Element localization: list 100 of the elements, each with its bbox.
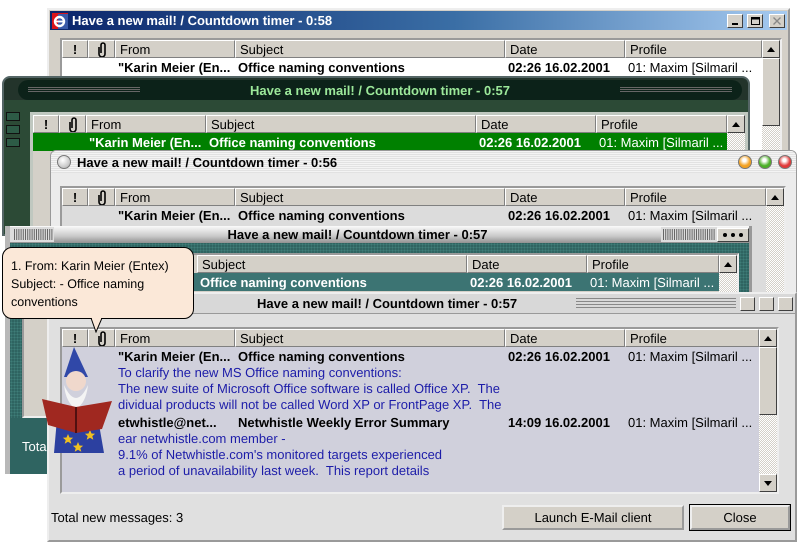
window-title: Have a new mail! / Countdown timer - 0:58 <box>72 13 334 28</box>
column-header[interactable] <box>59 115 86 133</box>
paperclip-icon <box>96 330 108 346</box>
column-header[interactable]: Date <box>505 329 625 347</box>
table-cell-text: "Karin Meier (En... <box>117 208 232 222</box>
message-row[interactable]: "Karin Meier (En... Office naming conventions 02:26 16.02.2001 01: Maxim [Silmaril ... <box>62 206 766 224</box>
column-header[interactable]: Profile <box>625 188 766 206</box>
grip-icon <box>10 226 54 243</box>
launch-button[interactable]: Launch E-Mail client <box>502 504 684 530</box>
arrow-up-icon <box>767 46 775 52</box>
column-header[interactable]: From <box>115 329 235 347</box>
notification-tooltip: 1. From: Karin Meier (Entex) Subject: - Office naming conventions <box>2 247 194 319</box>
preview-line: To clarify the new MS Office naming conventions: <box>117 365 403 381</box>
column-header[interactable]: Subject <box>235 188 505 206</box>
scroll-up-button[interactable] <box>719 255 737 273</box>
table-cell-text: 01: Maxim [Silmaril ... <box>627 414 754 430</box>
arrow-up-icon <box>764 336 772 340</box>
table-cell-text: 14:09 16.02.2001 <box>507 414 611 430</box>
table-cell-text: "Karin Meier (En... <box>117 60 232 74</box>
table-cell-text: 01: Maxim [Silmaril ... <box>627 60 754 74</box>
window-menu-button[interactable] <box>57 155 71 169</box>
table-cell-text: etwhistle@net... <box>117 414 218 430</box>
minimize-icon <box>732 22 738 24</box>
message-row[interactable]: "Karin Meier (En... Office naming conventions 02:26 16.02.2001 01: Maxim [Silmaril ... <box>62 58 762 76</box>
message-row[interactable]: "Karin Meier (En... Office naming conventions 02:26 16.02.2001 01: Maxim [Silmaril ... <box>33 133 727 151</box>
table-cell-text: 02:26 16.02.2001 <box>469 274 573 290</box>
arrow-down-icon <box>764 480 772 486</box>
column-header[interactable]: Subject <box>197 255 467 273</box>
table-cell-text: Netwhistle Weekly Error Summary <box>237 414 450 430</box>
close-button[interactable]: Close <box>690 504 790 530</box>
table-cell-text: 01: Maxim [Silmaril ... <box>627 348 754 364</box>
grip-icon <box>28 87 140 93</box>
column-header[interactable] <box>88 329 115 347</box>
status-text: Tota <box>22 438 47 454</box>
table-cell-text: Office naming conventions <box>199 274 368 290</box>
column-header[interactable]: ! <box>33 115 59 133</box>
table-cell-text: 02:26 16.02.2001 <box>478 134 582 150</box>
preview-line: 9.1% of Netwhistle.com's monitored targets experienced <box>117 447 444 463</box>
column-header[interactable] <box>88 188 115 206</box>
maximize-icon <box>750 16 760 24</box>
paperclip-icon <box>66 116 78 132</box>
scrollbar-thumb[interactable] <box>759 347 777 415</box>
table-cell-text: 02:26 16.02.2001 <box>507 348 611 364</box>
column-header[interactable]: ! <box>62 40 88 58</box>
dots-icon <box>721 232 745 238</box>
column-header[interactable]: ! <box>62 329 88 347</box>
scrollbar-thumb[interactable] <box>762 58 780 126</box>
table-cell-text: 02:26 16.02.2001 <box>507 60 611 74</box>
column-header[interactable]: Subject <box>235 40 505 58</box>
scroll-up-button[interactable] <box>727 115 745 133</box>
more-button[interactable] <box>717 228 749 242</box>
grip-icon <box>576 298 736 310</box>
arrow-up-icon <box>732 122 740 126</box>
column-header[interactable] <box>88 40 115 58</box>
column-header[interactable]: Profile <box>587 255 719 273</box>
side-button[interactable] <box>6 138 20 147</box>
column-header[interactable]: From <box>115 40 235 58</box>
scroll-down-button[interactable] <box>759 474 777 492</box>
close-button[interactable] <box>778 155 792 169</box>
table-cell-text: Office naming conventions <box>237 208 406 222</box>
arrow-up-icon <box>771 194 779 200</box>
side-button[interactable] <box>6 125 20 134</box>
preview-line: ear netwhistle.com member - <box>117 431 287 447</box>
message-row[interactable]: "Karin Meier (En... Office naming conventions 02:26 16.02.2001 01: Maxim [Silmaril ... <box>62 347 759 365</box>
scroll-up-button[interactable] <box>762 40 780 58</box>
column-header[interactable]: From <box>115 188 235 206</box>
table-cell-text: Office naming conventions <box>208 134 377 150</box>
app-icon <box>52 12 68 28</box>
side-button[interactable] <box>6 112 20 121</box>
column-header[interactable]: Date <box>476 115 596 133</box>
maximize-button[interactable] <box>759 296 774 310</box>
table-cell-text: 01: Maxim [Silmaril ... <box>589 274 716 290</box>
preview-line: dividual products will not be called Word XP or FrontPage XP. The <box>117 397 502 413</box>
table-cell-text: 01: Maxim [Silmaril ... <box>598 134 724 150</box>
column-header[interactable]: Subject <box>235 329 505 347</box>
close-icon <box>773 16 781 24</box>
column-header[interactable]: From <box>86 115 206 133</box>
column-header[interactable]: Subject <box>206 115 476 133</box>
table-cell-text: "Karin Meier (En... <box>117 348 232 364</box>
scroll-up-button[interactable] <box>766 188 784 206</box>
table-cell-text: "Karin Meier (En... <box>88 134 202 150</box>
column-header[interactable]: Date <box>505 40 625 58</box>
status-text: Total new messages: 3 <box>51 510 184 524</box>
maximize-button[interactable] <box>747 14 763 28</box>
table-cell-text: Office naming conventions <box>237 348 406 364</box>
paperclip-icon <box>96 41 108 57</box>
tooltip-pointer <box>90 318 104 333</box>
window-title: Have a new mail! / Countdown timer - 0:57 <box>257 296 518 311</box>
table-cell-text: Office naming conventions <box>237 60 406 74</box>
column-header[interactable]: Profile <box>596 115 727 133</box>
window-title: Have a new mail! / Countdown timer - 0:57 <box>248 82 512 98</box>
column-header[interactable]: Date <box>505 188 625 206</box>
column-header[interactable]: ! <box>62 188 88 206</box>
column-header[interactable]: Profile <box>625 40 762 58</box>
scroll-up-button[interactable] <box>759 329 777 347</box>
column-header[interactable]: Date <box>467 255 587 273</box>
column-header[interactable]: Profile <box>625 329 759 347</box>
preview-line: a period of unavailability last week. This report details <box>117 463 430 479</box>
arrow-up-icon <box>724 262 732 266</box>
zoom-button[interactable] <box>758 155 772 169</box>
